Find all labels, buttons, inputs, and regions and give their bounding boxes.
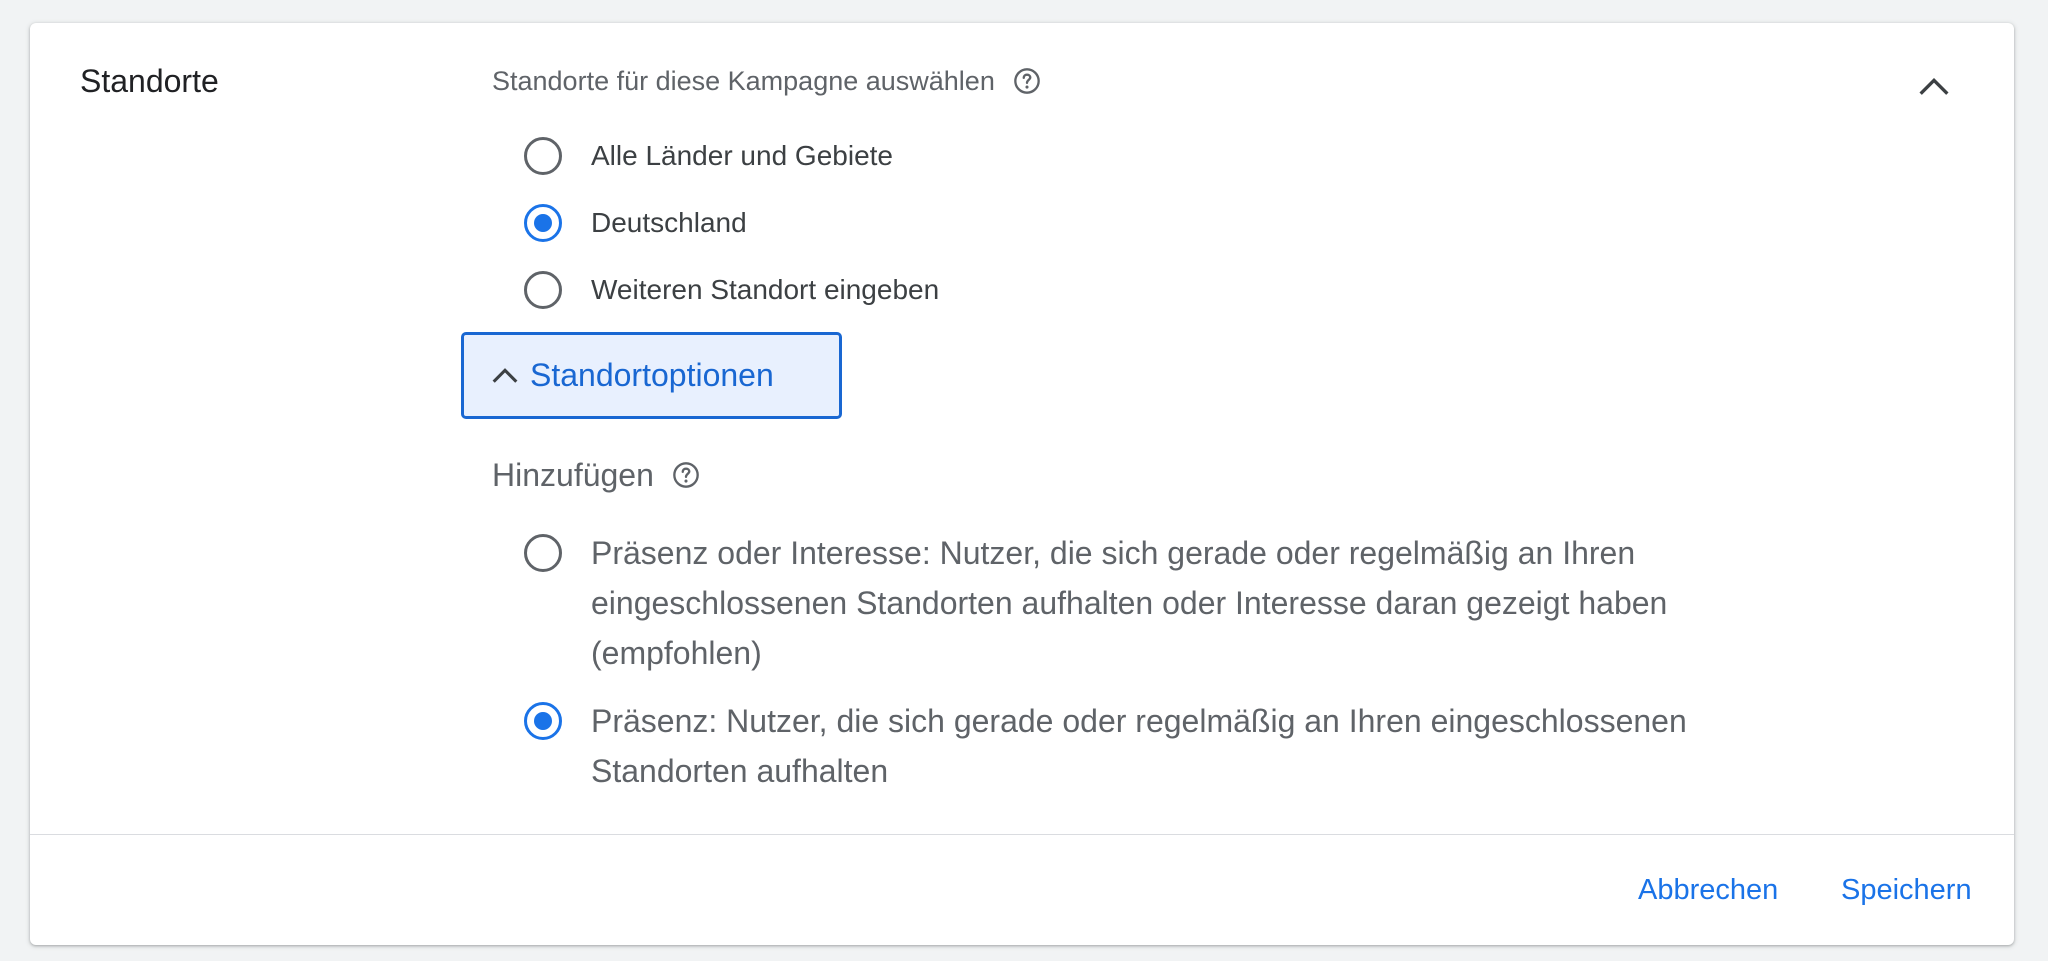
cancel-button[interactable]: Abbrechen bbox=[1638, 870, 1778, 910]
locations-prompt: Standorte für diese Kampagne auswählen bbox=[492, 61, 1041, 101]
radio-option-all-countries[interactable]: Alle Länder und Gebiete bbox=[492, 137, 893, 175]
chevron-up-icon bbox=[1919, 77, 1949, 95]
radio-label: Präsenz oder Interesse: Nutzer, die sich… bbox=[591, 535, 1668, 671]
radio-option-germany[interactable]: Deutschland bbox=[492, 204, 747, 242]
help-icon[interactable] bbox=[1013, 67, 1041, 95]
section-title: Standorte bbox=[80, 63, 219, 99]
radio-label: Deutschland bbox=[591, 207, 747, 238]
radio-button-selected[interactable] bbox=[524, 702, 562, 740]
save-button[interactable]: Speichern bbox=[1841, 870, 1972, 910]
radio-button[interactable] bbox=[524, 534, 562, 572]
include-title-label: Hinzufügen bbox=[492, 457, 654, 493]
radio-label: Präsenz: Nutzer, die sich gerade oder re… bbox=[591, 703, 1687, 789]
radio-label: Alle Länder und Gebiete bbox=[591, 140, 893, 171]
radio-option-presence-or-interest[interactable]: Präsenz oder Interesse: Nutzer, die sich… bbox=[492, 534, 1831, 678]
radio-label: Weiteren Standort eingeben bbox=[591, 274, 940, 305]
radio-option-presence[interactable]: Präsenz: Nutzer, die sich gerade oder re… bbox=[492, 702, 1831, 796]
location-options-label: Standortoptionen bbox=[530, 357, 774, 393]
locations-prompt-label: Standorte für diese Kampagne auswählen bbox=[492, 66, 995, 96]
collapse-section-button[interactable] bbox=[1910, 63, 1958, 111]
radio-button-selected[interactable] bbox=[524, 204, 562, 242]
radio-option-other-location[interactable]: Weiteren Standort eingeben bbox=[492, 271, 939, 309]
locations-card: Standorte Standorte für diese Kampagne a… bbox=[30, 23, 2014, 945]
help-icon[interactable] bbox=[672, 461, 700, 489]
include-title: Hinzufügen bbox=[492, 453, 700, 497]
chevron-up-icon bbox=[492, 367, 518, 383]
location-options-toggle-button[interactable]: Standortoptionen bbox=[461, 332, 842, 419]
radio-button[interactable] bbox=[524, 271, 562, 309]
radio-button[interactable] bbox=[524, 137, 562, 175]
footer-divider bbox=[30, 834, 2014, 835]
